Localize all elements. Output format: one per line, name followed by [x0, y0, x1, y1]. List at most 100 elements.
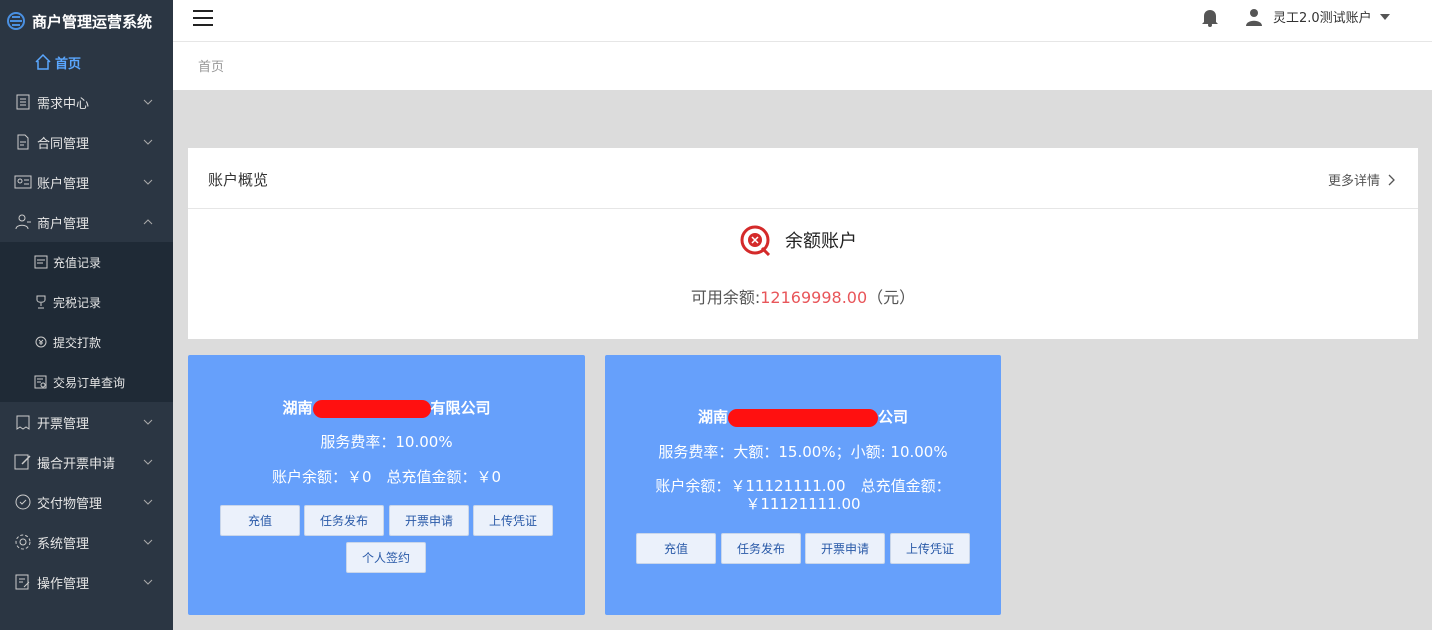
chevron-down-icon — [143, 99, 153, 105]
sidebar-item-label: 系统管理 — [37, 536, 90, 552]
user-group-icon — [14, 213, 32, 231]
sidebar-item-delivery[interactable]: 交付物管理 — [0, 482, 173, 522]
recharge-button[interactable]: 充值 — [636, 533, 716, 564]
panel-title: 账户概览 — [208, 171, 269, 189]
sidebar-item-home[interactable]: 首页 — [0, 42, 173, 82]
operation-icon — [14, 573, 32, 591]
order-icon — [34, 375, 48, 389]
publish-task-button[interactable]: 任务发布 — [304, 505, 384, 536]
app-title: 商户管理运营系统 — [32, 12, 153, 31]
logo: 商户管理运营系统 — [0, 0, 173, 42]
balance-account-title: 余额账户 — [740, 224, 857, 256]
service-fee-rate: 服务费率：10.00% — [320, 433, 453, 451]
personal-signing-button[interactable]: 个人签约 — [346, 542, 426, 573]
bell-icon[interactable] — [1200, 7, 1220, 27]
chevron-down-icon — [143, 539, 153, 545]
caret-down-icon — [1379, 13, 1390, 20]
available-balance: 可用余额:12169998.00（元） — [188, 284, 1418, 308]
submenu-item-order-query[interactable]: 交易订单查询 — [0, 362, 173, 402]
logo-icon — [7, 12, 25, 30]
chevron-down-icon — [143, 179, 153, 185]
chevron-down-icon — [143, 499, 153, 505]
chevron-down-icon — [143, 419, 153, 425]
sidebar-item-contract[interactable]: 合同管理 — [0, 122, 173, 162]
upload-voucher-button[interactable]: 上传凭证 — [890, 533, 970, 564]
chevron-up-icon — [143, 219, 153, 225]
gear-icon — [14, 533, 32, 551]
edit-icon — [14, 453, 32, 471]
sidebar-item-label: 撮合开票申请 — [37, 456, 116, 472]
balance-label: 可用余额: — [690, 288, 761, 307]
sidebar-item-label: 开票管理 — [37, 416, 90, 432]
wallet-icon — [740, 225, 771, 256]
submenu-item-label: 充值记录 — [53, 255, 102, 270]
merchant-name-prefix: 湖南 — [697, 408, 728, 426]
chevron-right-icon — [1388, 174, 1395, 185]
sidebar-item-account[interactable]: 账户管理 — [0, 162, 173, 202]
merchant-name-suffix: 有限公司 — [430, 399, 491, 417]
sidebar-item-demand[interactable]: 需求中心 — [0, 82, 173, 122]
submenu-item-label: 完税记录 — [53, 295, 102, 310]
sidebar-item-label: 合同管理 — [37, 136, 90, 152]
hamburger-menu-icon[interactable] — [193, 9, 213, 27]
header: 灵工2.0测试账户 — [173, 0, 1432, 42]
apply-invoice-button[interactable]: 开票申请 — [389, 505, 469, 536]
chevron-down-icon — [143, 139, 153, 145]
sidebar-item-label: 交付物管理 — [37, 496, 103, 512]
account-balance: 账户余额：￥0 总充值金额：￥0 — [271, 468, 502, 486]
user-name: 灵工2.0测试账户 — [1273, 11, 1372, 26]
sidebar-item-label: 首页 — [55, 56, 82, 72]
sidebar-item-label: 商户管理 — [37, 216, 90, 232]
sidebar-item-label: 账户管理 — [37, 176, 90, 192]
more-details-link[interactable]: 更多详情 — [1328, 170, 1396, 189]
sidebar-item-invoice[interactable]: 开票管理 — [0, 402, 173, 442]
invoice-icon — [14, 413, 32, 431]
redaction-mark — [312, 399, 431, 418]
service-fee-rate: 服务费率：大额：15.00%；小额: 10.00% — [658, 443, 948, 461]
balance-unit: （元） — [867, 288, 916, 307]
merchant-submenu: 充值记录 完税记录 提交打款 交易订单查询 — [0, 242, 173, 402]
user-menu[interactable]: 灵工2.0测试账户 — [1245, 7, 1390, 26]
account-overview-panel: 账户概览 更多详情 余额账户 可用余额:12169998.00（元） — [188, 148, 1418, 339]
trophy-icon — [34, 295, 48, 309]
submenu-item-label: 提交打款 — [53, 335, 102, 350]
apply-invoice-button[interactable]: 开票申请 — [805, 533, 885, 564]
list-icon — [14, 93, 32, 111]
home-icon — [34, 53, 52, 71]
document-icon — [14, 133, 32, 151]
redaction-mark — [728, 408, 878, 427]
sidebar-item-system[interactable]: 系统管理 — [0, 522, 173, 562]
payment-icon — [34, 335, 48, 349]
publish-task-button[interactable]: 任务发布 — [721, 533, 801, 564]
merchant-name-suffix: 公司 — [878, 408, 909, 426]
recharge-button[interactable]: 充值 — [220, 505, 300, 536]
breadcrumb[interactable]: 首页 — [198, 56, 224, 75]
submenu-item-label: 交易订单查询 — [53, 375, 126, 390]
breadcrumb-bar: 首页 — [173, 42, 1432, 90]
more-details-label: 更多详情 — [1327, 174, 1380, 189]
total-recharge-amount: ￥11121111.00 — [745, 495, 861, 513]
chevron-down-icon — [143, 579, 153, 585]
submenu-item-recharge-records[interactable]: 充值记录 — [0, 242, 173, 282]
merchant-name-prefix: 湖南 — [282, 399, 313, 417]
merchant-card: 湖南 公司 服务费率：大额：15.00%；小额: 10.00% 账户余额：￥111… — [605, 355, 1001, 615]
record-icon — [34, 255, 48, 269]
chevron-down-icon — [143, 459, 153, 465]
submenu-item-tax-records[interactable]: 完税记录 — [0, 282, 173, 322]
sidebar-item-label: 需求中心 — [37, 96, 90, 112]
submenu-item-submit-payment[interactable]: 提交打款 — [0, 322, 173, 362]
sidebar-item-label: 操作管理 — [37, 576, 90, 592]
upload-voucher-button[interactable]: 上传凭证 — [473, 505, 553, 536]
merchant-card: 湖南 有限公司 服务费率：10.00% 账户余额：￥0 总充值金额：￥0 充值 任… — [188, 355, 585, 615]
merchant-name: 湖南 公司 — [605, 406, 1001, 427]
sidebar-item-merchant[interactable]: 商户管理 — [0, 202, 173, 242]
panel-header: 账户概览 更多详情 — [188, 148, 1418, 209]
user-icon — [1246, 8, 1262, 26]
delivery-icon — [14, 493, 32, 511]
balance-title: 余额账户 — [785, 231, 857, 252]
merchant-name: 湖南 有限公司 — [188, 397, 585, 418]
id-card-icon — [14, 173, 32, 191]
sidebar-item-operation[interactable]: 操作管理 — [0, 562, 173, 602]
sidebar-item-match-invoice[interactable]: 撮合开票申请 — [0, 442, 173, 482]
sidebar: 商户管理运营系统 首页 需求中心 合同管理 账户管理 商户管理 充值记录 完税记… — [0, 0, 173, 630]
